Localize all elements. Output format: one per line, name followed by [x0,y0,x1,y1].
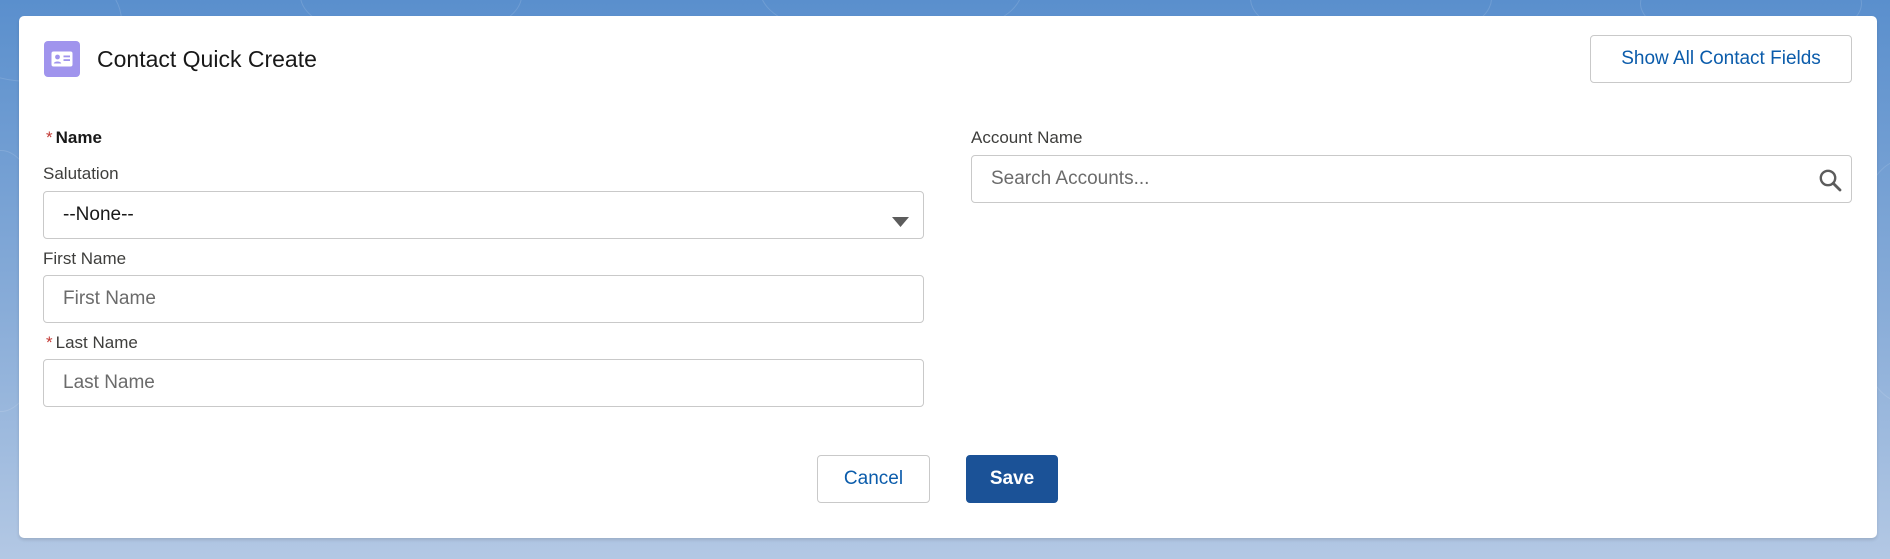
save-button[interactable]: Save [966,455,1058,503]
name-section-label: * Name [46,127,102,149]
account-search-input[interactable]: Search Accounts... [971,155,1852,203]
last-name-label-row: * Last Name [46,332,138,354]
show-all-contact-fields-button[interactable]: Show All Contact Fields [1590,35,1852,83]
salutation-select[interactable]: --None-- [43,191,924,239]
first-name-field[interactable]: First Name [43,275,924,323]
salutation-label: Salutation [43,164,119,183]
first-name-placeholder: First Name [63,288,156,309]
quick-create-modal: Contact Quick Create Show All Contact Fi… [19,16,1877,538]
page-title: Contact Quick Create [97,46,317,72]
name-label: Name [55,128,102,147]
salutation-value: --None-- [63,204,134,225]
last-name-placeholder: Last Name [63,372,155,393]
account-name-label: Account Name [971,128,1083,147]
last-name-label: Last Name [55,333,138,352]
last-name-field[interactable]: Last Name [43,359,924,407]
search-icon[interactable] [1818,168,1842,198]
cancel-button[interactable]: Cancel [817,455,930,503]
contact-card-icon [44,41,80,77]
required-marker: * [46,333,53,352]
required-marker: * [46,128,53,147]
caret-down-icon [892,211,909,233]
account-search-placeholder: Search Accounts... [991,168,1150,189]
first-name-label: First Name [43,249,127,268]
